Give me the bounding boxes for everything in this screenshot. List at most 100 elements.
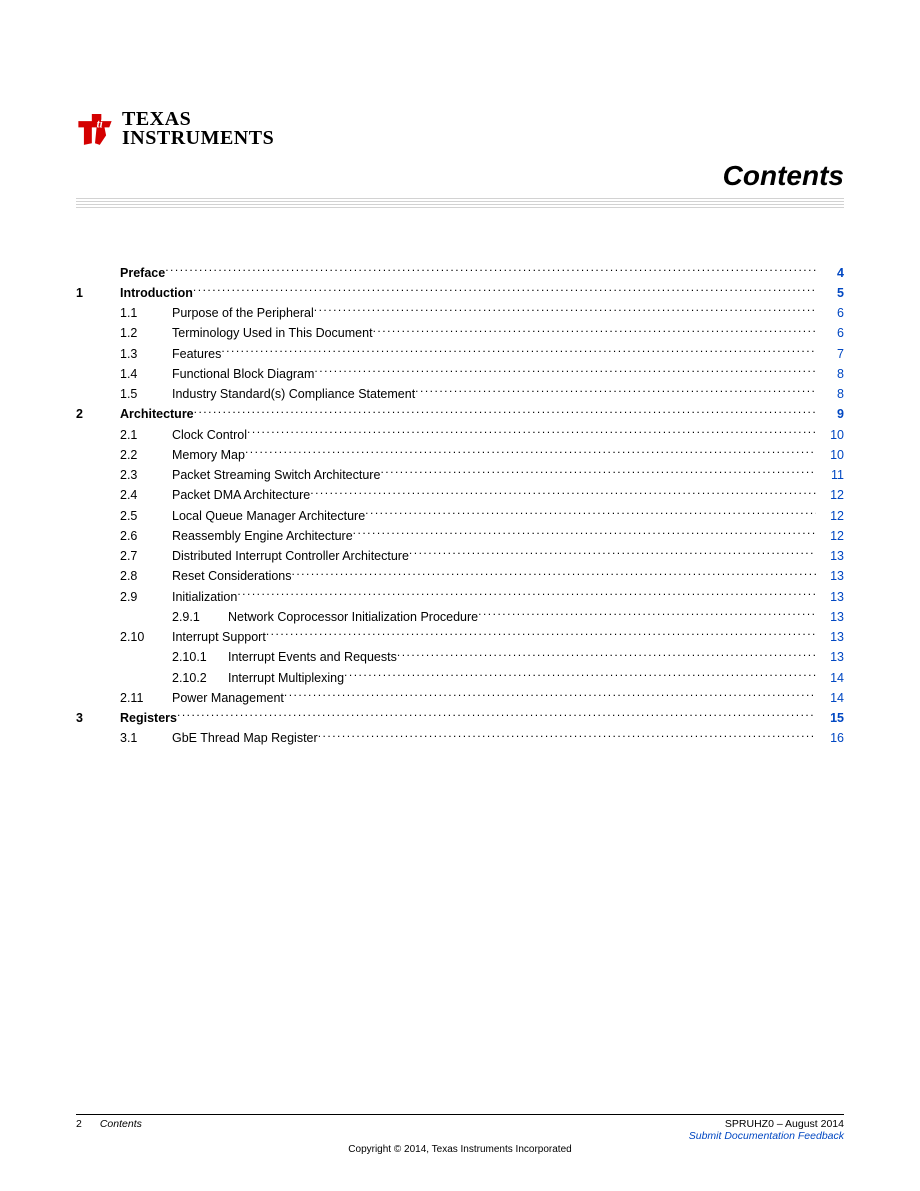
toc-row: 1Introduction 5 <box>76 284 844 301</box>
toc-page-link[interactable]: 13 <box>816 629 844 645</box>
toc-row: 2.4Packet DMA Architecture12 <box>76 487 844 504</box>
toc-page-link[interactable]: 12 <box>816 508 844 524</box>
toc-page-link[interactable]: 8 <box>816 366 844 382</box>
toc-row: 2.7Distributed Interrupt Controller Arch… <box>76 548 844 565</box>
toc-label: Local Queue Manager Architecture <box>172 508 365 524</box>
toc-leader <box>314 365 816 378</box>
toc-page-link[interactable]: 16 <box>816 730 844 746</box>
footer-left: 2 Contents <box>76 1118 142 1142</box>
toc-leader <box>177 710 816 723</box>
toc-label: Industry Standard(s) Compliance Statemen… <box>172 386 415 402</box>
toc-label: Memory Map <box>172 447 245 463</box>
toc-number: 1.4 <box>120 366 172 382</box>
toc-row: 2.9Initialization13 <box>76 588 844 605</box>
toc-row: 2.5Local Queue Manager Architecture 12 <box>76 507 844 524</box>
toc-row: 1.2Terminology Used in This Document6 <box>76 325 844 342</box>
toc-number: 2 <box>76 406 120 422</box>
toc-page-link[interactable]: 12 <box>816 528 844 544</box>
toc-number: 3.1 <box>120 730 172 746</box>
toc-leader <box>318 730 816 743</box>
toc-page-link[interactable]: 13 <box>816 609 844 625</box>
ti-logo-text: TEXAS INSTRUMENTS <box>122 110 274 148</box>
toc-page-link[interactable]: 11 <box>816 467 844 483</box>
toc-number: 2.5 <box>120 508 172 524</box>
toc-label: Interrupt Multiplexing <box>228 670 344 686</box>
toc-label: Network Coprocessor Initialization Proce… <box>228 609 478 625</box>
toc-number: 2.3 <box>120 467 172 483</box>
toc-number: 1 <box>76 285 120 301</box>
toc-row: 2Architecture9 <box>76 406 844 423</box>
toc-page-link[interactable]: 13 <box>816 589 844 605</box>
toc-label: Reset Considerations <box>172 568 292 584</box>
toc-label: Preface <box>120 265 165 281</box>
toc-label: Packet Streaming Switch Architecture <box>172 467 380 483</box>
toc-leader <box>310 487 816 500</box>
toc-label: Initialization <box>172 589 237 605</box>
toc-row: 2.1Clock Control10 <box>76 426 844 443</box>
toc-number: 1.5 <box>120 386 172 402</box>
toc-row: 2.8Reset Considerations13 <box>76 568 844 585</box>
page-footer: 2 Contents SPRUHZ0 – August 2014 Submit … <box>76 1114 844 1155</box>
toc-row: 3Registers15 <box>76 710 844 727</box>
toc-leader <box>221 345 816 358</box>
footer-grid: 2 Contents SPRUHZ0 – August 2014 Submit … <box>76 1118 844 1142</box>
toc-leader <box>353 527 816 540</box>
table-of-contents: Preface41Introduction51.1Purpose of the … <box>76 264 844 747</box>
toc-row: 2.6Reassembly Engine Architecture 12 <box>76 527 844 544</box>
toc-row: 2.10Interrupt Support 13 <box>76 629 844 646</box>
toc-number: 3 <box>76 710 120 726</box>
toc-page-link[interactable]: 6 <box>816 325 844 341</box>
footer-copyright: Copyright © 2014, Texas Instruments Inco… <box>76 1144 844 1155</box>
toc-leader <box>245 446 816 459</box>
footer-page-number: 2 <box>76 1118 82 1130</box>
toc-leader <box>165 264 816 277</box>
toc-page-link[interactable]: 8 <box>816 386 844 402</box>
toc-row: 2.2Memory Map 10 <box>76 446 844 463</box>
toc-leader <box>365 507 816 520</box>
toc-label: Distributed Interrupt Controller Archite… <box>172 548 409 564</box>
toc-label: Clock Control <box>172 427 247 443</box>
page: ti TEXAS INSTRUMENTS Contents Preface41I… <box>0 0 920 1191</box>
toc-label: Packet DMA Architecture <box>172 487 310 503</box>
footer-section: Contents <box>100 1118 142 1130</box>
toc-page-link[interactable]: 4 <box>816 265 844 281</box>
toc-page-link[interactable]: 14 <box>816 690 844 706</box>
footer-right: SPRUHZ0 – August 2014 Submit Documentati… <box>689 1118 844 1142</box>
logo-text-bot: INSTRUMENTS <box>122 129 274 148</box>
ti-logo: ti TEXAS INSTRUMENTS <box>76 110 844 148</box>
toc-page-link[interactable]: 10 <box>816 427 844 443</box>
toc-number: 2.10.1 <box>172 649 228 665</box>
toc-label: Reassembly Engine Architecture <box>172 528 353 544</box>
toc-leader <box>292 568 816 581</box>
toc-row: 1.3Features7 <box>76 345 844 362</box>
toc-number: 2.6 <box>120 528 172 544</box>
toc-page-link[interactable]: 7 <box>816 346 844 362</box>
toc-number: 1.1 <box>120 305 172 321</box>
toc-page-link[interactable]: 15 <box>816 710 844 726</box>
toc-page-link[interactable]: 5 <box>816 285 844 301</box>
toc-number: 2.10 <box>120 629 172 645</box>
toc-page-link[interactable]: 6 <box>816 305 844 321</box>
toc-page-link[interactable]: 14 <box>816 670 844 686</box>
toc-page-link[interactable]: 13 <box>816 548 844 564</box>
footer-doc-id: SPRUHZ0 – August 2014 <box>689 1118 844 1130</box>
toc-page-link[interactable]: 10 <box>816 447 844 463</box>
toc-leader <box>193 284 816 297</box>
toc-page-link[interactable]: 12 <box>816 487 844 503</box>
toc-row: 1.5Industry Standard(s) Compliance State… <box>76 386 844 403</box>
footer-feedback-link[interactable]: Submit Documentation Feedback <box>689 1130 844 1142</box>
toc-label: Terminology Used in This Document <box>172 325 373 341</box>
toc-row: Preface 4 <box>76 264 844 281</box>
toc-number: 2.10.2 <box>172 670 228 686</box>
toc-number: 2.2 <box>120 447 172 463</box>
toc-label: Introduction <box>120 285 193 301</box>
toc-label: Interrupt Events and Requests <box>228 649 397 665</box>
toc-label: Features <box>172 346 221 362</box>
toc-page-link[interactable]: 13 <box>816 649 844 665</box>
toc-label: Interrupt Support <box>172 629 266 645</box>
toc-leader <box>478 608 816 621</box>
page-title: Contents <box>76 160 844 192</box>
toc-row: 2.3Packet Streaming Switch Architecture 1… <box>76 467 844 484</box>
toc-page-link[interactable]: 9 <box>816 406 844 422</box>
toc-page-link[interactable]: 13 <box>816 568 844 584</box>
